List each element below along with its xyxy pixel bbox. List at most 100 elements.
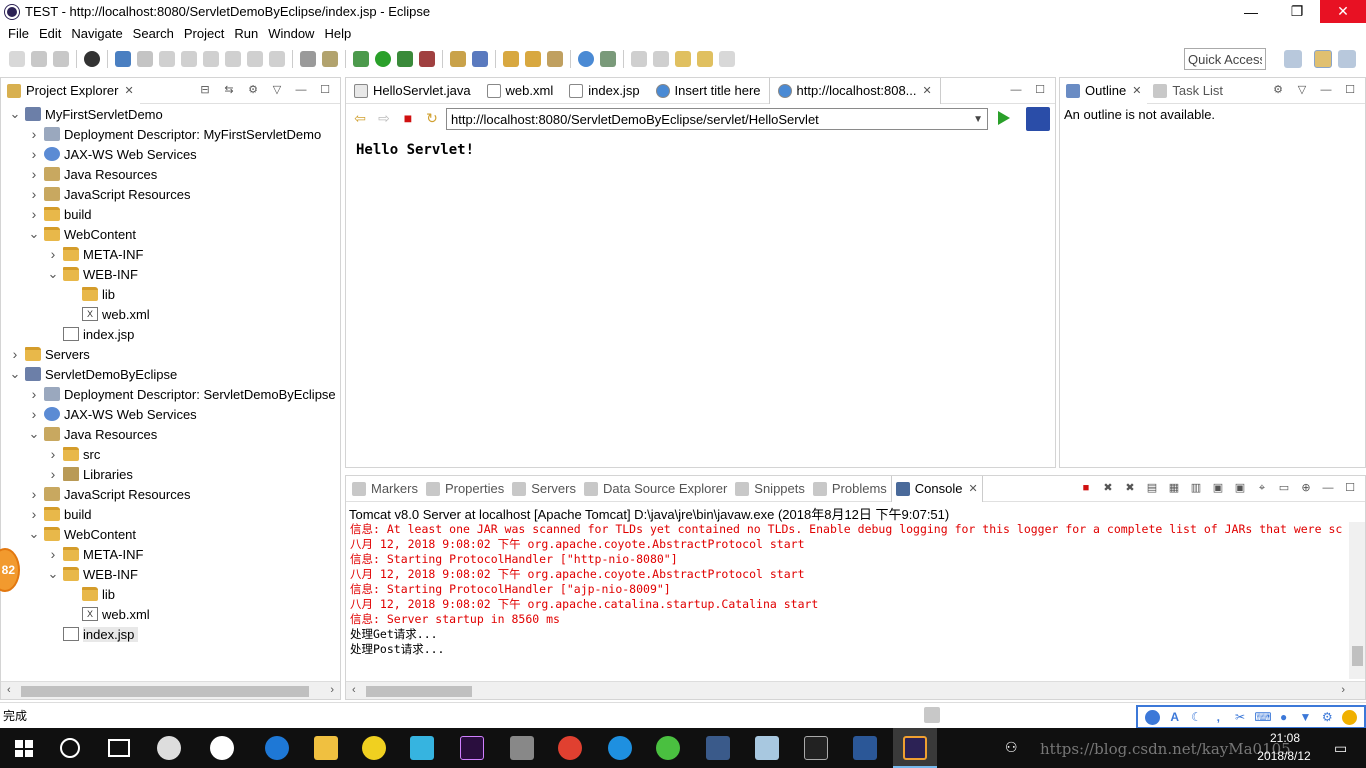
- new-icon[interactable]: [9, 51, 25, 67]
- cmd-icon[interactable]: [804, 736, 828, 760]
- app-yellow-icon[interactable]: [362, 736, 386, 760]
- open-in-browser-icon[interactable]: [1026, 107, 1050, 131]
- java-ee-perspective-icon[interactable]: [1314, 50, 1332, 68]
- tree-item[interactable]: ⌄ Java Resources: [28, 424, 158, 444]
- notification-icon[interactable]: ▭: [1334, 740, 1347, 757]
- scroll-left-icon[interactable]: ‹: [7, 684, 11, 696]
- tab-console[interactable]: Console ✕: [890, 475, 983, 502]
- word-wrap-icon[interactable]: ▥: [1189, 482, 1203, 494]
- forward-arrow-icon[interactable]: ⇨: [376, 110, 392, 126]
- keyboard-icon[interactable]: ⌨: [1254, 710, 1271, 725]
- editor-tab[interactable]: http://localhost:808... ✕: [768, 77, 941, 104]
- tree-item[interactable]: › build: [28, 204, 92, 224]
- editor-tab[interactable]: Insert title here: [648, 78, 769, 104]
- tree-item[interactable]: ⌄ WebContent: [28, 224, 136, 244]
- chevron-right-icon[interactable]: ›: [28, 506, 40, 522]
- coverage-icon[interactable]: [397, 51, 413, 67]
- chevron-down-icon[interactable]: ⌄: [28, 427, 40, 440]
- tree-item[interactable]: › JavaScript Resources: [28, 184, 191, 204]
- chevron-down-icon[interactable]: ⌄: [47, 267, 59, 280]
- tree-item[interactable]: › src: [47, 444, 101, 464]
- tree-item[interactable]: ⌄ MyFirstServletDemo: [9, 104, 163, 124]
- tree-item[interactable]: › JAX-WS Web Services: [28, 144, 197, 164]
- new-class-icon[interactable]: [472, 51, 488, 67]
- chevron-down-icon[interactable]: ⌄: [47, 567, 59, 580]
- search-icon[interactable]: [600, 51, 616, 67]
- tree-item[interactable]: index.jsp: [47, 624, 139, 644]
- media-player-icon[interactable]: [410, 736, 434, 760]
- open-perspective-icon[interactable]: [1284, 50, 1302, 68]
- tab-project-explorer[interactable]: Project Explorer ✕: [1, 77, 140, 104]
- chevron-right-icon[interactable]: ›: [28, 386, 40, 402]
- minimize-view-icon[interactable]: —: [1319, 84, 1333, 96]
- chevron-right-icon[interactable]: ›: [28, 186, 40, 202]
- menu-edit[interactable]: Edit: [34, 26, 66, 41]
- windows-start-icon[interactable]: [15, 740, 33, 757]
- tools-icon[interactable]: [510, 736, 534, 760]
- word-icon[interactable]: [853, 736, 877, 760]
- chevron-right-icon[interactable]: ›: [28, 126, 40, 142]
- tree-item[interactable]: › Java Resources: [28, 164, 158, 184]
- external-tools-icon[interactable]: [419, 51, 435, 67]
- close-icon[interactable]: ✕: [969, 482, 978, 495]
- filter-icon[interactable]: ⚙: [1271, 84, 1285, 96]
- close-icon[interactable]: ✕: [124, 84, 133, 97]
- close-icon[interactable]: ✕: [923, 84, 932, 97]
- file-explorer-icon[interactable]: [314, 736, 338, 760]
- chevron-right-icon[interactable]: ›: [28, 486, 40, 502]
- view-menu-icon[interactable]: ▽: [270, 84, 284, 96]
- filter-icon[interactable]: ⚙: [246, 84, 260, 96]
- maximize-view-icon[interactable]: ☐: [1343, 84, 1357, 96]
- half-width-icon[interactable]: ☾: [1189, 710, 1204, 725]
- edge-icon[interactable]: [265, 736, 289, 760]
- display-console-icon[interactable]: ▭: [1277, 482, 1291, 494]
- premiere-icon[interactable]: [460, 736, 484, 760]
- editor-tab[interactable]: HelloServlet.java: [346, 78, 479, 104]
- emoji-icon[interactable]: [1341, 709, 1357, 725]
- clock-time[interactable]: 21:08: [1255, 731, 1315, 745]
- tree-item[interactable]: › Deployment Descriptor: MyFirstServletDe…: [28, 124, 322, 144]
- terminate-icon[interactable]: [203, 51, 219, 67]
- tab-data-source-explorer[interactable]: Data Source Explorer: [580, 476, 731, 502]
- tab-servers[interactable]: Servers: [508, 476, 580, 502]
- tree-item[interactable]: ⌄ ServletDemoByEclipse: [9, 364, 178, 384]
- scroll-lock-icon[interactable]: ▦: [1167, 482, 1181, 494]
- tree-item[interactable]: lib: [66, 584, 115, 604]
- network-app-icon[interactable]: [706, 736, 730, 760]
- quick-access-input[interactable]: [1184, 48, 1266, 70]
- show-on-stdout-icon[interactable]: ▣: [1211, 482, 1225, 494]
- scroll-right-icon[interactable]: ›: [330, 684, 334, 696]
- tree-item[interactable]: › JAX-WS Web Services: [28, 404, 197, 424]
- chevron-down-icon[interactable]: ⌄: [9, 107, 21, 120]
- menu-help[interactable]: Help: [319, 26, 356, 41]
- editor-tab[interactable]: index.jsp: [561, 78, 647, 104]
- skip-breakpoints-icon[interactable]: [137, 51, 153, 67]
- tab-markers[interactable]: Markers: [348, 476, 422, 502]
- chevron-down-icon[interactable]: ⌄: [9, 367, 21, 380]
- menu-file[interactable]: File: [3, 26, 34, 41]
- chevron-down-icon[interactable]: ⌄: [28, 527, 40, 540]
- ime-mode-label[interactable]: A: [1167, 710, 1182, 725]
- scrollbar-thumb[interactable]: [366, 686, 472, 697]
- restore-button[interactable]: ❐: [1274, 0, 1320, 23]
- run-icon[interactable]: [375, 51, 391, 67]
- link-editor-icon[interactable]: ⇆: [222, 84, 236, 96]
- ie-blue-icon[interactable]: [608, 736, 632, 760]
- chevron-right-icon[interactable]: ›: [28, 146, 40, 162]
- save-icon[interactable]: [31, 51, 47, 67]
- minimize-view-icon[interactable]: —: [294, 84, 308, 96]
- scrollbar-thumb[interactable]: [21, 686, 309, 697]
- chevron-down-icon[interactable]: ⌄: [28, 227, 40, 240]
- chevron-right-icon[interactable]: ›: [9, 346, 21, 362]
- minimize-view-icon[interactable]: —: [1009, 84, 1023, 96]
- menu-window[interactable]: Window: [263, 26, 319, 41]
- menu-navigate[interactable]: Navigate: [66, 26, 127, 41]
- vertical-scrollbar[interactable]: [1349, 522, 1365, 679]
- settings-icon[interactable]: ⚙: [1320, 710, 1335, 725]
- debug-icon[interactable]: [353, 51, 369, 67]
- ie-icon[interactable]: [210, 736, 234, 760]
- tree-item[interactable]: › Libraries: [47, 464, 133, 484]
- open-type-icon[interactable]: [300, 51, 316, 67]
- tree-item[interactable]: ⌄ WEB-INF: [47, 264, 138, 284]
- tab-properties[interactable]: Properties: [422, 476, 508, 502]
